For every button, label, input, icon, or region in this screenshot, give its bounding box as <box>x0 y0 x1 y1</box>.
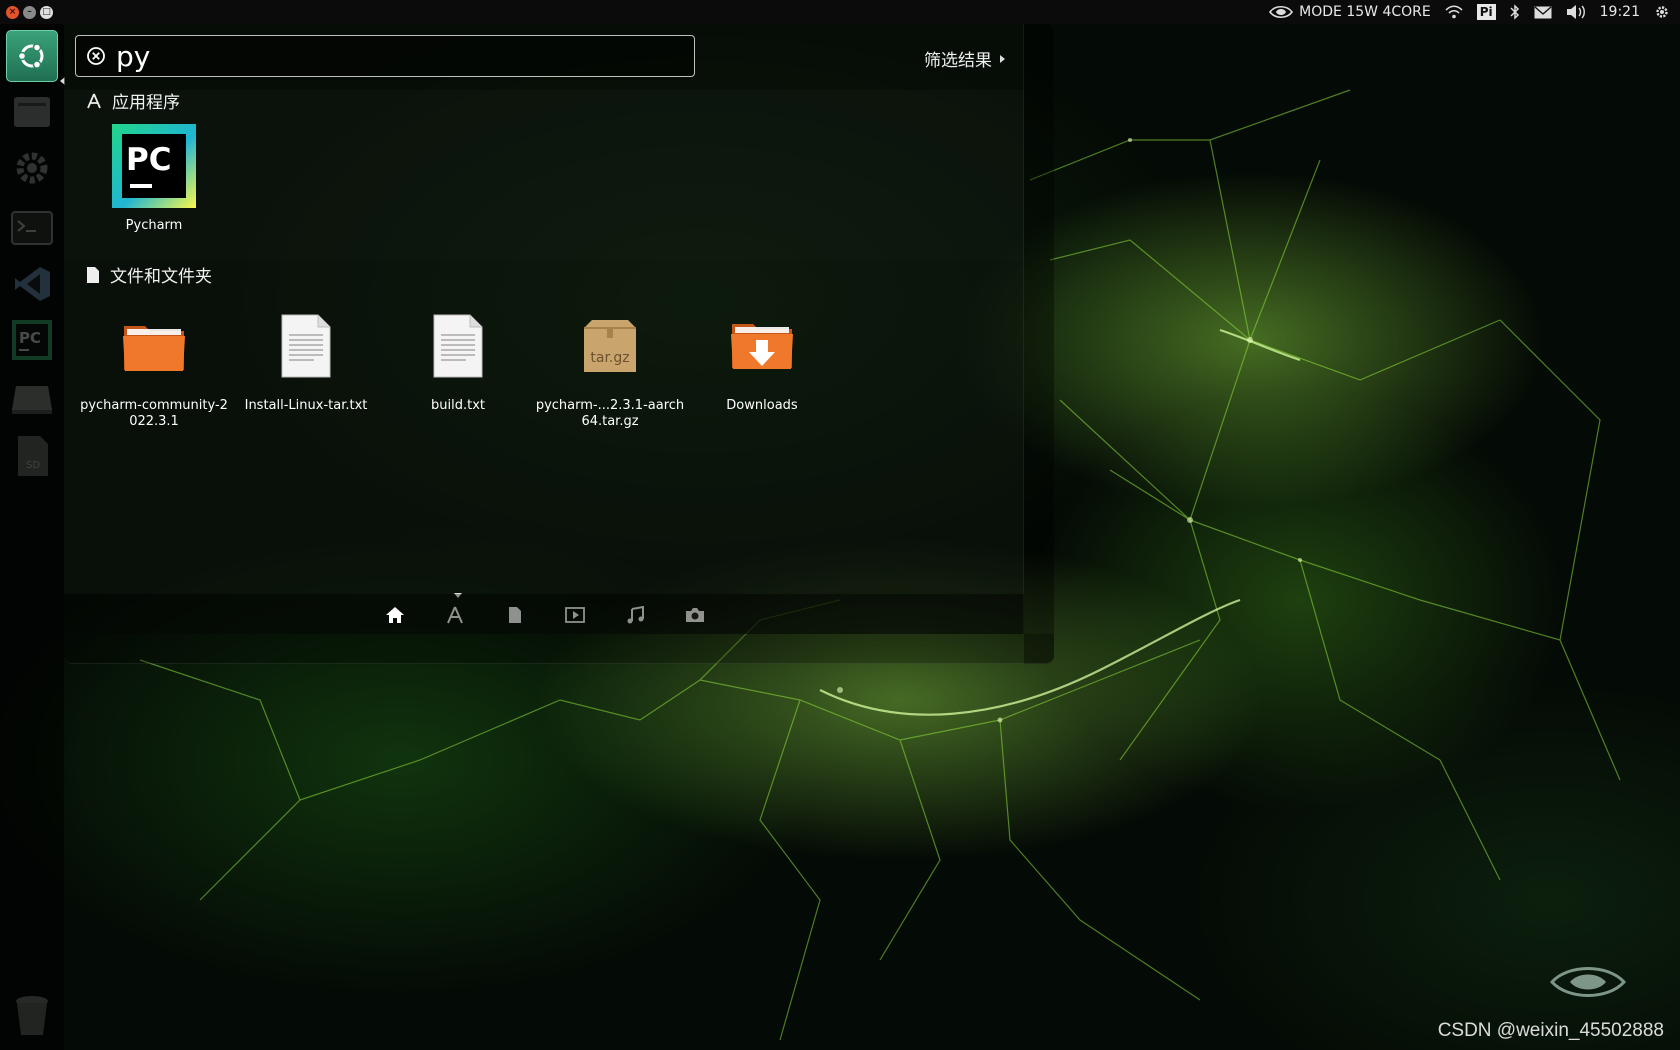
files-section-title: 文件和文件夹 <box>110 267 212 287</box>
folder-icon <box>112 304 196 388</box>
text-file-icon <box>264 304 348 388</box>
ubuntu-dash-icon <box>17 43 44 69</box>
bluetooth-icon <box>1510 4 1519 20</box>
archive-icon: tar.gz <box>568 304 652 388</box>
file-result-pycharm-folder[interactable]: pycharm-community-2022.3.1 <box>79 304 229 430</box>
csdn-watermark: CSDN @weixin_45502888 <box>1437 1020 1664 1041</box>
dash-search-box <box>75 35 695 77</box>
terminal-icon <box>11 211 53 245</box>
svg-text:PC: PC <box>19 329 41 347</box>
dash-search-input[interactable] <box>116 36 694 76</box>
archive-icon-text: tar.gz <box>590 350 629 366</box>
filter-results-label: 筛选结果 <box>924 51 992 71</box>
chevron-right-icon <box>1000 54 1005 63</box>
lens-applications[interactable] <box>444 604 466 626</box>
power-mode-indicator[interactable]: MODE 15W 4CORE <box>1269 4 1431 20</box>
lens-photos[interactable] <box>684 604 706 626</box>
files-lens-icon <box>509 607 521 623</box>
minimize-window-button[interactable]: – <box>23 5 36 19</box>
photo-lens-icon <box>686 608 704 622</box>
file-result-label: pycharm-...2.3.1-aarch64.tar.gz <box>535 398 685 429</box>
keyboard-layout-label: Pi <box>1476 4 1496 20</box>
lens-bar <box>64 594 1024 634</box>
wifi-icon <box>1445 5 1463 19</box>
volume-icon <box>1566 5 1585 19</box>
launcher-pycharm[interactable]: PC <box>6 314 58 366</box>
sound-indicator[interactable] <box>1566 4 1586 20</box>
file-result-downloads[interactable]: Downloads <box>687 304 837 414</box>
settings-icon <box>16 152 48 184</box>
trash-icon <box>16 996 48 1035</box>
lens-video[interactable] <box>564 604 586 626</box>
file-result-label: build.txt <box>431 398 485 413</box>
power-mode-label: MODE 15W 4CORE <box>1299 4 1431 20</box>
file-result-label: pycharm-community-2022.3.1 <box>80 398 228 429</box>
launcher-vscode[interactable] <box>6 258 58 310</box>
launcher-file-manager[interactable] <box>6 86 58 138</box>
pycharm-icon-text: PC <box>126 142 171 178</box>
drive-icon <box>12 386 52 414</box>
session-indicator[interactable] <box>1654 4 1670 20</box>
music-lens-icon <box>627 606 644 624</box>
gear-icon <box>1656 6 1668 18</box>
file-result-install-linux[interactable]: Install-Linux-tar.txt <box>231 304 381 414</box>
lens-music[interactable] <box>624 604 646 626</box>
clock-indicator[interactable]: 19:21 <box>1600 4 1640 20</box>
pycharm-app-icon: PC <box>112 124 196 208</box>
window-controls: × – □ <box>6 5 53 19</box>
launcher: PC SD <box>0 24 65 1050</box>
vscode-icon <box>15 267 50 301</box>
file-result-pycharm-archive[interactable]: tar.gz pycharm-...2.3.1-aarch64.tar.gz <box>535 304 685 430</box>
app-result-label: Pycharm <box>125 218 183 233</box>
ubuntu-dash-button[interactable] <box>6 30 58 82</box>
maximize-window-button[interactable]: □ <box>40 5 53 19</box>
keyboard-indicator[interactable]: Pi <box>1476 4 1496 20</box>
dash-border-bottom <box>64 634 1054 664</box>
launcher-sd-card[interactable]: SD <box>6 430 58 482</box>
lens-files[interactable] <box>504 604 526 626</box>
launcher-drive[interactable] <box>6 374 58 426</box>
wifi-indicator[interactable] <box>1445 5 1463 19</box>
close-window-button[interactable]: × <box>6 5 19 19</box>
applications-lens-icon <box>447 606 463 624</box>
applications-section-header[interactable]: 应用程序 <box>86 88 180 113</box>
launcher-trash[interactable] <box>6 990 58 1042</box>
text-file-icon <box>416 304 500 388</box>
top-panel: × – □ MODE 15W 4CORE Pi 19:21 <box>0 0 1680 24</box>
file-result-label: Install-Linux-tar.txt <box>244 398 368 413</box>
sd-card-icon <box>18 436 48 476</box>
lens-home[interactable] <box>384 604 406 626</box>
indicator-area: MODE 15W 4CORE Pi 19:21 <box>1269 4 1680 20</box>
dash-overlay: 筛选结果 应用程序 PC <box>64 24 1024 634</box>
clear-search-icon[interactable] <box>86 46 106 66</box>
video-lens-icon <box>565 607 585 623</box>
launcher-terminal[interactable] <box>6 202 58 254</box>
file-result-build-txt[interactable]: build.txt <box>383 304 533 414</box>
home-lens-icon <box>386 607 404 623</box>
messaging-indicator[interactable] <box>1534 5 1552 19</box>
files-section-header[interactable]: 文件和文件夹 <box>86 262 212 287</box>
file-result-label: Downloads <box>726 398 798 413</box>
applications-section-title: 应用程序 <box>112 93 180 113</box>
mail-icon <box>1534 5 1552 18</box>
downloads-folder-icon <box>720 304 804 388</box>
files-category-icon <box>87 266 99 283</box>
file-manager-icon <box>14 97 50 127</box>
sd-card-label: SD <box>26 460 41 471</box>
applications-category-icon <box>87 93 101 108</box>
pycharm-icon: PC <box>12 320 52 360</box>
nvidia-wallpaper-logo <box>1549 967 1627 997</box>
nvidia-icon <box>1269 5 1294 19</box>
dash-border-right <box>1024 24 1054 664</box>
filter-results-button[interactable]: 筛选结果 <box>924 46 1005 71</box>
launcher-settings[interactable] <box>6 142 58 194</box>
clock-time: 19:21 <box>1599 4 1640 20</box>
app-result-pycharm[interactable]: PC Pycharm <box>79 124 229 234</box>
bluetooth-indicator[interactable] <box>1510 4 1520 20</box>
